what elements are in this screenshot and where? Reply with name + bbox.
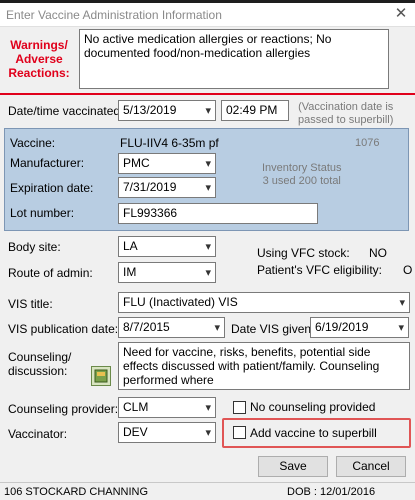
chevron-down-icon: ▾ bbox=[205, 402, 211, 414]
vaccine-code: 1076 bbox=[355, 137, 380, 149]
patient-dob: DOB : 12/01/2016 bbox=[287, 486, 376, 498]
counseling-text[interactable]: Need for vaccine, risks, benefits, poten… bbox=[118, 342, 410, 390]
warnings-text[interactable]: No active medication allergies or reacti… bbox=[79, 29, 389, 89]
vaccinator-label: Vaccinator: bbox=[8, 427, 68, 441]
close-icon[interactable]: ✕ bbox=[387, 3, 415, 27]
vfc-eligibility-label: Patient's VFC eligibility: bbox=[257, 263, 383, 277]
date-time-label: Date/time vaccinated: bbox=[8, 104, 124, 118]
counseling-label: Counseling/ discussion: bbox=[8, 350, 71, 378]
counseling-label-line: Counseling/ bbox=[8, 350, 72, 364]
inventory-line: 3 used 200 total bbox=[262, 175, 341, 187]
book-icon-glyph bbox=[94, 369, 108, 383]
date-vaccinated-select[interactable]: 5/13/2019 ▾ bbox=[118, 100, 216, 121]
no-counseling-label: No counseling provided bbox=[250, 400, 376, 414]
vis-given-label: Date VIS given: bbox=[231, 322, 315, 336]
vfc-stock-value: NO bbox=[369, 246, 387, 260]
date-note-line: (Vaccination date is bbox=[298, 101, 394, 113]
manufacturer-value: PMC bbox=[123, 156, 150, 170]
manufacturer-select[interactable]: PMC ▾ bbox=[118, 153, 216, 174]
vis-title-value: FLU (Inactivated) VIS bbox=[123, 295, 238, 309]
route-select[interactable]: IM ▾ bbox=[118, 262, 216, 283]
book-icon[interactable] bbox=[91, 366, 111, 386]
vfc-eligibility-value: O bbox=[403, 263, 413, 277]
lot-label: Lot number: bbox=[10, 206, 75, 220]
vfc-stock-label: Using VFC stock: bbox=[257, 246, 350, 260]
cancel-button[interactable]: Cancel bbox=[336, 456, 406, 477]
chevron-down-icon: ▾ bbox=[399, 297, 405, 309]
body-site-value: LA bbox=[123, 239, 138, 253]
add-superbill-checkbox[interactable] bbox=[233, 426, 246, 439]
save-button[interactable]: Save bbox=[258, 456, 328, 477]
date-note-line: passed to superbill) bbox=[298, 114, 394, 126]
status-bar: 106 STOCKARD CHANNING DOB : 12/01/2016 bbox=[0, 482, 415, 500]
chevron-down-icon: ▾ bbox=[205, 427, 211, 439]
warnings-label-line: Warnings/ bbox=[10, 38, 68, 52]
lot-number-input[interactable]: FL993366 bbox=[118, 203, 318, 224]
vis-publication-label: VIS publication date: bbox=[8, 322, 119, 336]
title-bar: Enter Vaccine Administration Information… bbox=[0, 3, 415, 27]
chevron-down-icon: ▾ bbox=[205, 241, 211, 253]
warnings-label-line: Reactions: bbox=[8, 66, 70, 80]
vis-title-select[interactable]: FLU (Inactivated) VIS ▾ bbox=[118, 292, 410, 313]
vis-publication-value: 8/7/2015 bbox=[123, 320, 170, 334]
vaccine-value: FLU-IIV4 6-35m pf bbox=[120, 136, 219, 150]
warnings-label-line: Adverse bbox=[15, 52, 63, 66]
vis-given-value: 6/19/2019 bbox=[315, 320, 369, 334]
inventory-status: Inventory Status 3 used 200 total bbox=[262, 162, 342, 188]
counseling-provider-value: CLM bbox=[123, 400, 149, 414]
route-label: Route of admin: bbox=[8, 266, 93, 280]
chevron-down-icon: ▾ bbox=[205, 267, 211, 279]
vis-title-label: VIS title: bbox=[8, 297, 53, 311]
inventory-line: Inventory Status bbox=[262, 162, 342, 174]
patient-name: 106 STOCKARD CHANNING bbox=[4, 486, 149, 498]
vis-given-select[interactable]: 6/19/2019 ▾ bbox=[310, 317, 409, 338]
manufacturer-label: Manufacturer: bbox=[10, 156, 85, 170]
no-counseling-checkbox[interactable] bbox=[233, 401, 246, 414]
expiration-label: Expiration date: bbox=[10, 181, 94, 195]
warning-divider bbox=[0, 93, 415, 95]
date-value: 5/13/2019 bbox=[123, 103, 177, 117]
chevron-down-icon: ▾ bbox=[398, 322, 404, 334]
date-note: (Vaccination date is passed to superbill… bbox=[298, 101, 393, 127]
vis-publication-select[interactable]: 8/7/2015 ▾ bbox=[118, 317, 225, 338]
chevron-down-icon: ▾ bbox=[205, 182, 211, 194]
counseling-provider-select[interactable]: CLM ▾ bbox=[118, 397, 216, 418]
chevron-down-icon: ▾ bbox=[214, 322, 220, 334]
counseling-label-line: discussion: bbox=[8, 364, 68, 378]
chevron-down-icon: ▾ bbox=[205, 105, 211, 117]
counseling-provider-label: Counseling provider: bbox=[8, 402, 119, 416]
vaccine-label: Vaccine: bbox=[10, 136, 56, 150]
vaccinator-value: DEV bbox=[123, 425, 148, 439]
body-site-select[interactable]: LA ▾ bbox=[118, 236, 216, 257]
time-vaccinated-input[interactable]: 02:49 PM bbox=[221, 100, 289, 121]
route-value: IM bbox=[123, 265, 137, 279]
add-superbill-label: Add vaccine to superbill bbox=[250, 426, 377, 440]
vaccinator-select[interactable]: DEV ▾ bbox=[118, 422, 216, 443]
window-title: Enter Vaccine Administration Information bbox=[6, 8, 222, 22]
body-site-label: Body site: bbox=[8, 240, 61, 254]
expiration-value: 7/31/2019 bbox=[123, 180, 177, 194]
expiration-select[interactable]: 7/31/2019 ▾ bbox=[118, 177, 216, 198]
chevron-down-icon: ▾ bbox=[205, 158, 211, 170]
warnings-label: Warnings/ Adverse Reactions: bbox=[6, 38, 72, 80]
